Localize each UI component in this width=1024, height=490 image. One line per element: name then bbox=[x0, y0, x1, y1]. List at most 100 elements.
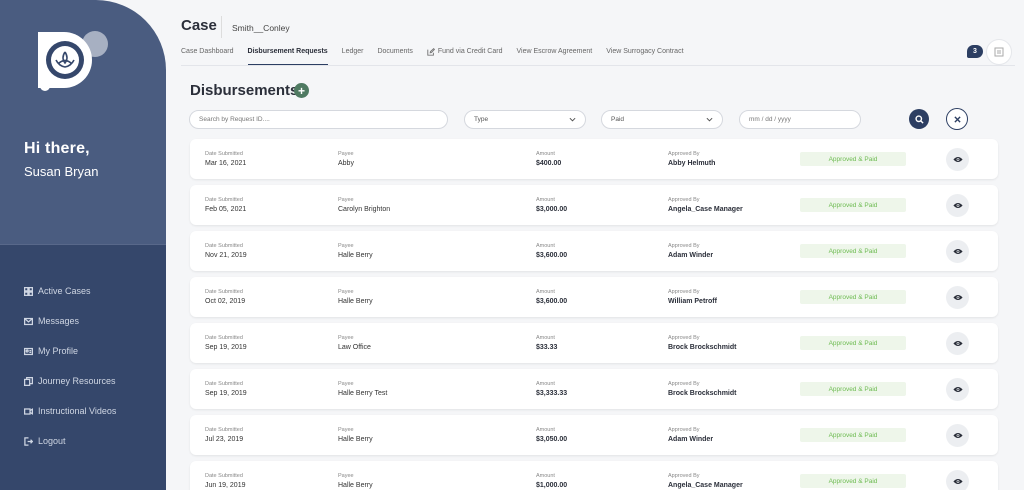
tab-view-escrow-agreement[interactable]: View Escrow Agreement bbox=[516, 48, 592, 66]
payee-label: Payee bbox=[338, 151, 354, 157]
edit-icon bbox=[427, 48, 435, 56]
video-icon bbox=[24, 407, 33, 415]
date-label: Date Submitted bbox=[205, 243, 243, 249]
view-button[interactable] bbox=[946, 148, 969, 171]
amount-cell: Amount $3,600.00 bbox=[536, 289, 567, 305]
tab-case-dashboard[interactable]: Case Dashboard bbox=[181, 48, 234, 66]
date-label: Date Submitted bbox=[205, 197, 243, 203]
date-label: Date Submitted bbox=[205, 381, 243, 387]
approver-cell: Approved By William Petroff bbox=[668, 289, 717, 305]
view-button[interactable] bbox=[946, 240, 969, 263]
approver-value: Adam Winder bbox=[668, 436, 714, 443]
sidebar-item-label: Instructional Videos bbox=[38, 406, 117, 416]
amount-value: $1,000.00 bbox=[536, 482, 568, 489]
avatar[interactable] bbox=[986, 39, 1012, 65]
date-label: Date Submitted bbox=[205, 335, 243, 341]
eye-icon bbox=[952, 295, 963, 300]
date-value: Oct 02, 2019 bbox=[205, 298, 246, 305]
status-badge: Approved & Paid bbox=[800, 198, 906, 212]
tab-ledger[interactable]: Ledger bbox=[342, 48, 364, 66]
type-select-value: Type bbox=[474, 116, 489, 123]
clear-filters-button[interactable] bbox=[946, 108, 968, 130]
amount-cell: Amount $33.33 bbox=[536, 335, 557, 351]
sidebar-item-label: Journey Resources bbox=[38, 376, 116, 386]
amount-value: $3,600.00 bbox=[536, 298, 568, 305]
add-disbursement-button[interactable]: + bbox=[294, 83, 309, 98]
notification-badge[interactable]: 3 bbox=[967, 45, 983, 58]
greeting-text: Hi there, bbox=[24, 140, 90, 157]
disbursement-list: Date Submitted Mar 16, 2021 Payee Abby A… bbox=[190, 139, 998, 490]
date-cell: Date Submitted Jun 19, 2019 bbox=[205, 473, 245, 489]
payee-cell: Payee Halle Berry bbox=[338, 289, 373, 305]
payee-label: Payee bbox=[338, 473, 354, 479]
payee-cell: Payee Law Office bbox=[338, 335, 371, 351]
approver-label: Approved By bbox=[668, 335, 700, 341]
approver-value: Angela_Case Manager bbox=[668, 206, 743, 213]
sidebar-item-messages[interactable]: Messages bbox=[24, 306, 116, 336]
search-button[interactable] bbox=[909, 109, 929, 129]
sidebar-item-instructional-videos[interactable]: Instructional Videos bbox=[24, 396, 116, 426]
payee-cell: Payee Halle Berry Test bbox=[338, 381, 387, 397]
approver-label: Approved By bbox=[668, 243, 700, 249]
amount-label: Amount bbox=[536, 473, 555, 479]
table-row: Date Submitted Oct 02, 2019 Payee Halle … bbox=[190, 277, 998, 317]
status-badge: Approved & Paid bbox=[800, 152, 906, 166]
sidebar-item-active-cases[interactable]: Active Cases bbox=[24, 276, 116, 306]
amount-label: Amount bbox=[536, 427, 555, 433]
payee-cell: Payee Carolyn Brighton bbox=[338, 197, 390, 213]
payee-value: Abby bbox=[338, 160, 354, 167]
payee-label: Payee bbox=[338, 197, 354, 203]
case-tabs: Case Dashboard Disbursement Requests Led… bbox=[181, 48, 698, 66]
search-input[interactable] bbox=[199, 116, 438, 123]
date-field[interactable] bbox=[739, 110, 861, 129]
date-cell: Date Submitted Sep 19, 2019 bbox=[205, 335, 247, 351]
status-select[interactable]: Paid bbox=[601, 110, 723, 129]
amount-label: Amount bbox=[536, 151, 555, 157]
tab-disbursement-requests[interactable]: Disbursement Requests bbox=[247, 48, 328, 66]
payee-value: Halle Berry Test bbox=[338, 390, 388, 397]
view-button[interactable] bbox=[946, 378, 969, 401]
tab-view-surrogacy-contract[interactable]: View Surrogacy Contract bbox=[606, 48, 683, 66]
section-title: Disbursements bbox=[190, 82, 299, 99]
status-badge: Approved & Paid bbox=[800, 428, 906, 442]
amount-value: $33.33 bbox=[536, 344, 558, 351]
sidebar-nav: Active Cases Messages My Profile Journey… bbox=[24, 276, 116, 456]
amount-cell: Amount $3,600.00 bbox=[536, 243, 567, 259]
chevron-down-icon bbox=[706, 117, 713, 122]
approver-value: Adam Winder bbox=[668, 252, 714, 259]
amount-value: $3,600.00 bbox=[536, 252, 568, 259]
status-badge: Approved & Paid bbox=[800, 336, 906, 350]
date-label: Date Submitted bbox=[205, 151, 243, 157]
approver-value: Brock Brockschmidt bbox=[668, 390, 737, 397]
payee-cell: Payee Halle Berry bbox=[338, 473, 373, 489]
date-input[interactable] bbox=[749, 116, 851, 123]
type-select[interactable]: Type bbox=[464, 110, 586, 129]
view-button[interactable] bbox=[946, 332, 969, 355]
date-cell: Date Submitted Jul 23, 2019 bbox=[205, 427, 243, 443]
view-button[interactable] bbox=[946, 194, 969, 217]
sidebar-item-label: Logout bbox=[38, 436, 66, 446]
date-label: Date Submitted bbox=[205, 289, 243, 295]
view-button[interactable] bbox=[946, 470, 969, 490]
view-button[interactable] bbox=[946, 286, 969, 309]
sidebar-item-my-profile[interactable]: My Profile bbox=[24, 336, 116, 366]
sidebar-item-journey-resources[interactable]: Journey Resources bbox=[24, 366, 116, 396]
date-cell: Date Submitted Oct 02, 2019 bbox=[205, 289, 245, 305]
search-field[interactable] bbox=[189, 110, 448, 129]
approver-label: Approved By bbox=[668, 427, 700, 433]
date-label: Date Submitted bbox=[205, 427, 243, 433]
sidebar-item-logout[interactable]: Logout bbox=[24, 426, 116, 456]
date-cell: Date Submitted Sep 19, 2019 bbox=[205, 381, 247, 397]
payee-value: Halle Berry bbox=[338, 482, 373, 489]
amount-label: Amount bbox=[536, 197, 555, 203]
close-icon bbox=[953, 115, 961, 123]
tab-documents[interactable]: Documents bbox=[377, 48, 412, 66]
date-value: Feb 05, 2021 bbox=[205, 206, 247, 213]
table-row: Date Submitted Jul 23, 2019 Payee Halle … bbox=[190, 415, 998, 455]
payee-label: Payee bbox=[338, 427, 354, 433]
tab-fund-via-credit-card[interactable]: Fund via Credit Card bbox=[427, 48, 502, 66]
approver-label: Approved By bbox=[668, 289, 700, 295]
date-value: Jul 23, 2019 bbox=[205, 436, 244, 443]
view-button[interactable] bbox=[946, 424, 969, 447]
search-icon bbox=[914, 114, 924, 124]
